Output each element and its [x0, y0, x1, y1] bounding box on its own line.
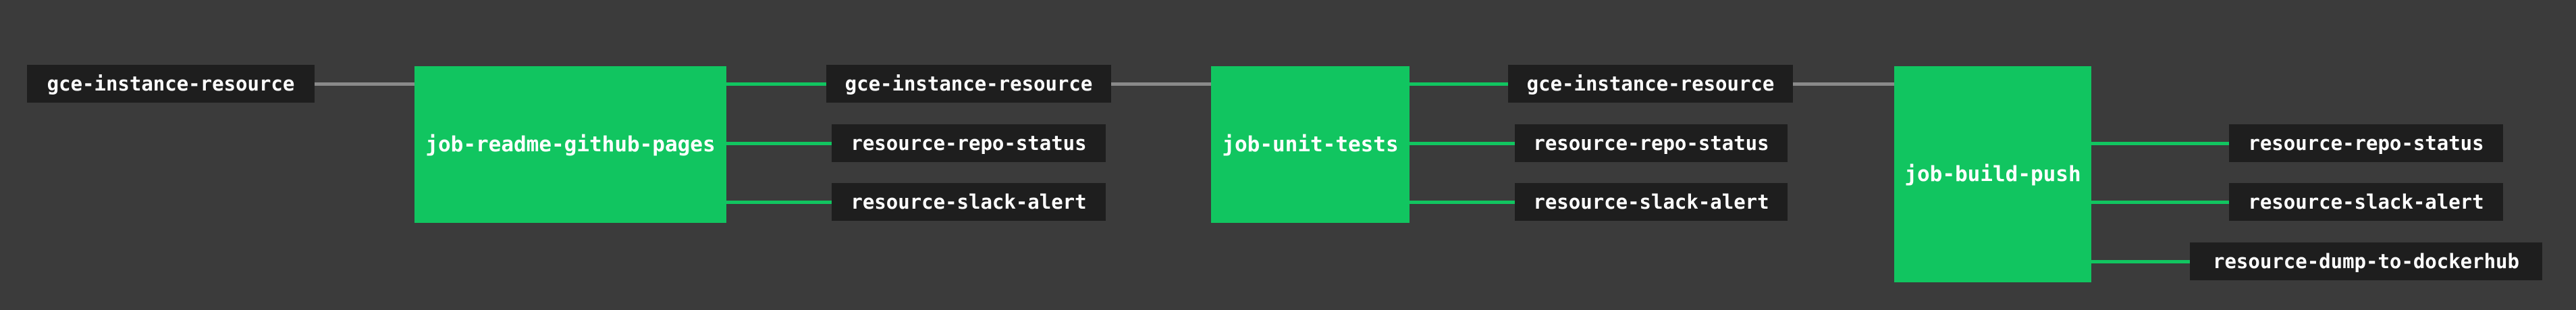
edge-gce-instance-resource-to-job-unit-tests: [1111, 82, 1211, 86]
resource-node-gce-instance-resource[interactable]: gce-instance-resource: [1508, 65, 1793, 103]
resource-node-resource-slack-alert[interactable]: resource-slack-alert: [1515, 183, 1788, 221]
resource-node-resource-repo-status[interactable]: resource-repo-status: [1515, 124, 1788, 162]
resource-node-gce-instance-resource[interactable]: gce-instance-resource: [826, 65, 1111, 103]
resource-node-resource-slack-alert[interactable]: resource-slack-alert: [2229, 183, 2503, 221]
edge-job-readme-to-resource-slack-alert: [726, 201, 832, 204]
edge-job-unit-tests-to-gce-instance-resource: [1410, 82, 1508, 86]
job-node-job-unit-tests[interactable]: job-unit-tests: [1211, 66, 1410, 223]
edge-job-unit-tests-to-resource-repo-status: [1410, 142, 1515, 145]
edge-input-to-job-readme: [315, 82, 414, 86]
job-node-job-build-push[interactable]: job-build-push: [1894, 66, 2091, 282]
edge-job-unit-tests-to-resource-slack-alert: [1410, 201, 1515, 204]
resource-node-resource-dump-to-dockerhub[interactable]: resource-dump-to-dockerhub: [2190, 242, 2542, 280]
resource-node-resource-slack-alert[interactable]: resource-slack-alert: [832, 183, 1106, 221]
pipeline-graph: gce-instance-resource job-readme-github-…: [0, 0, 2576, 310]
edge-job-build-push-to-resource-repo-status: [2091, 142, 2229, 145]
job-node-job-readme-github-pages[interactable]: job-readme-github-pages: [414, 66, 726, 223]
edge-job-readme-to-gce-instance-resource: [726, 82, 826, 86]
edge-gce-instance-resource-to-job-build-push: [1793, 82, 1894, 86]
edge-job-build-push-to-resource-slack-alert: [2091, 201, 2229, 204]
job-label: job-readme-github-pages: [425, 132, 716, 157]
edge-job-build-push-to-resource-dump-to-dockerhub: [2091, 260, 2190, 263]
edge-job-readme-to-resource-repo-status: [726, 142, 832, 145]
resource-node-resource-repo-status[interactable]: resource-repo-status: [2229, 124, 2503, 162]
resource-node-resource-repo-status[interactable]: resource-repo-status: [832, 124, 1106, 162]
job-label: job-build-push: [1904, 162, 2081, 186]
job-label: job-unit-tests: [1222, 132, 1399, 157]
resource-node-gce-instance-resource[interactable]: gce-instance-resource: [27, 65, 315, 103]
